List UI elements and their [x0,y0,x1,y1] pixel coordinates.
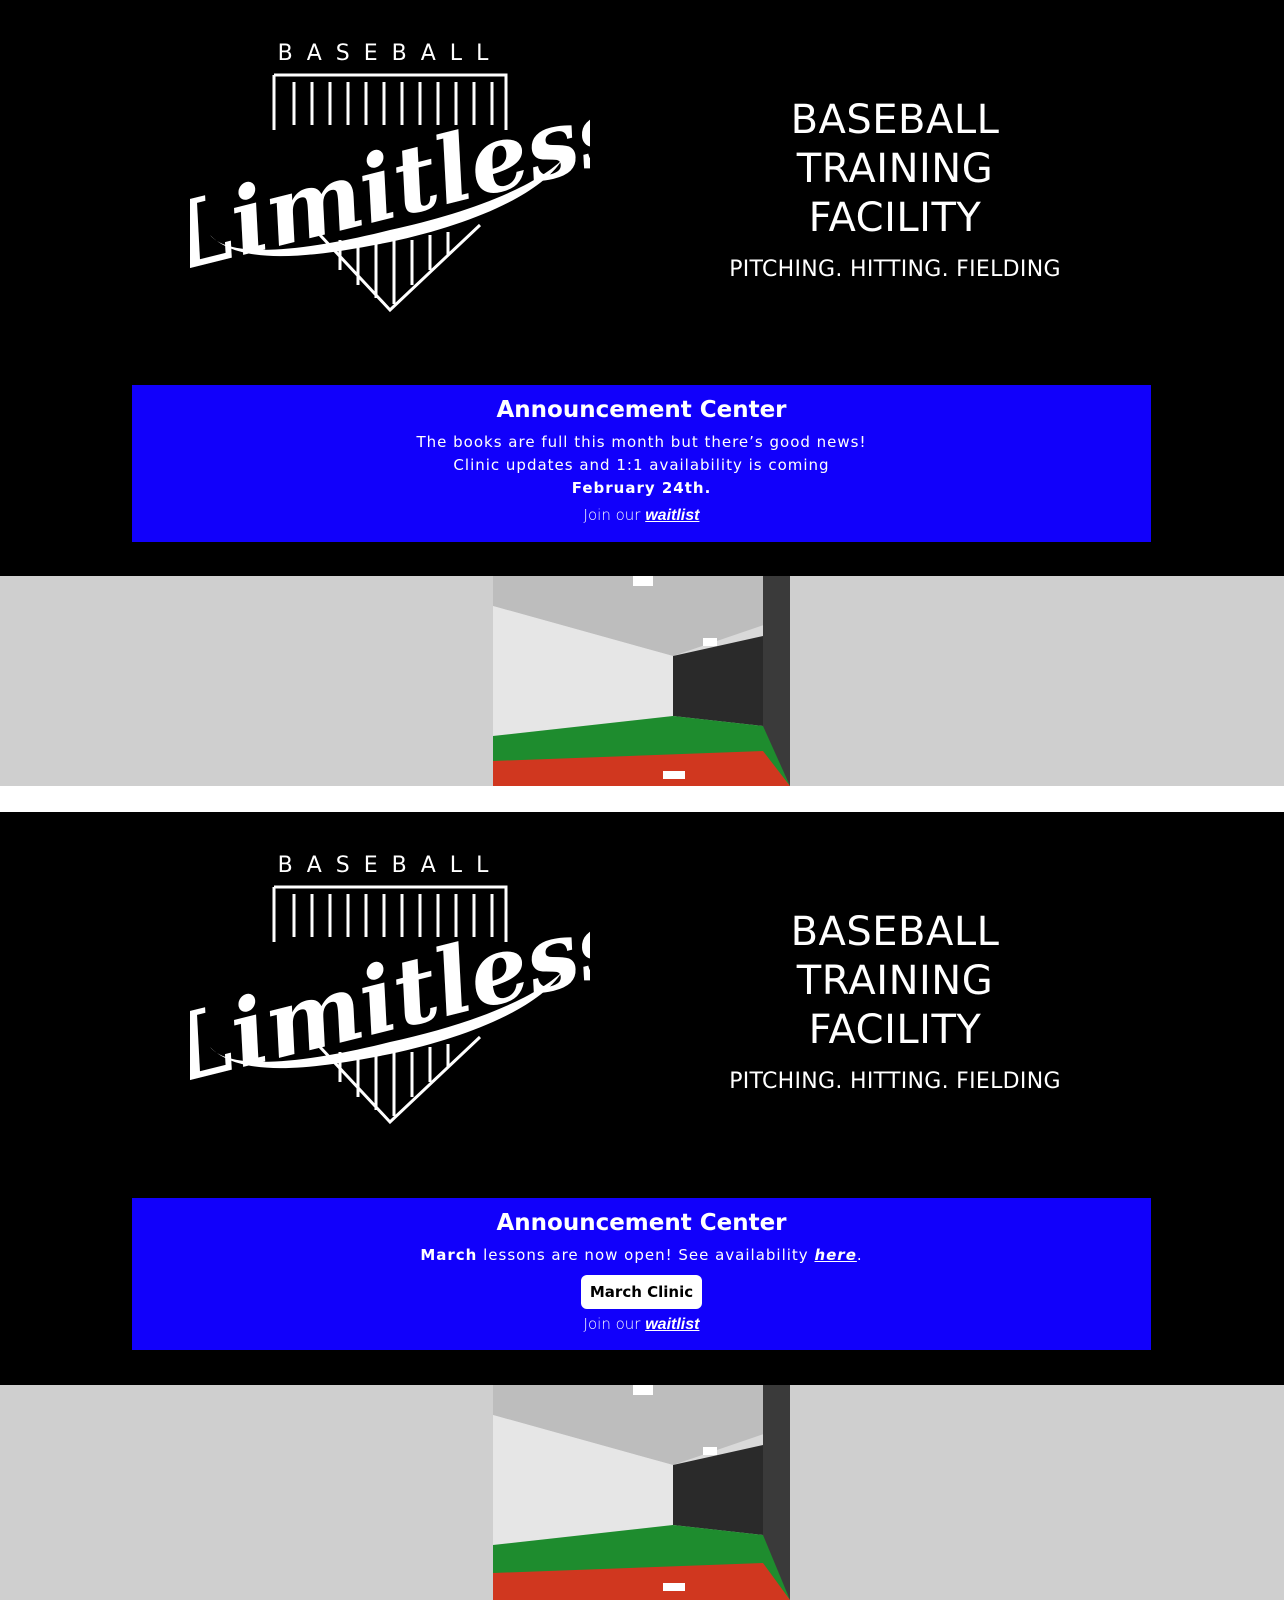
tagline: PITCHING. HITTING. FIELDING [729,1069,1061,1094]
section-divider [0,786,1284,812]
gallery-strip-1 [0,576,1284,786]
announcement-line: March lessons are now open! See availabi… [132,1244,1151,1267]
baseball-limitless-logo[interactable]: BASEBALL Limitless [190,20,590,320]
svg-text:BASEBALL: BASEBALL [278,853,503,878]
announcement-center: Announcement Center The books are full t… [132,385,1151,542]
headline-block: BASEBALL TRAINING FACILITY PITCHING. HIT… [700,96,1090,282]
hero-section-2: BASEBALL Limitless BASEBALL TRAINING FAC… [0,812,1284,1385]
announcement-date: February 24th. [571,479,712,497]
svg-text:BASEBALL: BASEBALL [278,41,503,66]
svg-text:Limitless: Limitless [190,74,590,294]
announcement-period: . [856,1246,863,1264]
hero-section-1: BASEBALL Limitless BASEBALL TRAINING FAC… [0,0,1284,576]
headline-line-3: FACILITY [808,1007,982,1053]
join-text: Join our [583,506,646,524]
march-clinic-button[interactable]: March Clinic [580,1275,703,1309]
announcement-month: March [420,1246,478,1264]
announcement-line-1: The books are full this month but there’… [416,433,867,451]
baseball-limitless-logo[interactable]: BASEBALL Limitless [190,832,590,1132]
svg-text:Limitless: Limitless [190,886,590,1106]
headline-line-2: TRAINING [796,146,994,192]
announcement-title: Announcement Center [496,397,787,423]
batting-cage-photo[interactable] [493,576,790,786]
headline-block: BASEBALL TRAINING FACILITY PITCHING. HIT… [700,908,1090,1094]
availability-here-link[interactable]: here [814,1246,856,1264]
announcement-line-2: Clinic updates and 1:1 availability is c… [453,456,830,474]
announcement-title: Announcement Center [496,1210,787,1236]
waitlist-link[interactable]: waitlist [645,1316,699,1333]
tagline: PITCHING. HITTING. FIELDING [729,257,1061,282]
headline-line-1: BASEBALL [790,909,1000,955]
announcement-center: Announcement Center March lessons are no… [132,1198,1151,1350]
waitlist-link[interactable]: waitlist [645,507,699,524]
batting-cage-photo[interactable] [493,1385,790,1600]
join-text: Join our [583,1315,646,1333]
headline-line-3: FACILITY [808,195,982,241]
gallery-strip-2 [0,1385,1284,1600]
headline-line-2: TRAINING [796,958,994,1004]
headline-line-1: BASEBALL [790,97,1000,143]
announcement-text: lessons are now open! See availability [477,1246,815,1264]
